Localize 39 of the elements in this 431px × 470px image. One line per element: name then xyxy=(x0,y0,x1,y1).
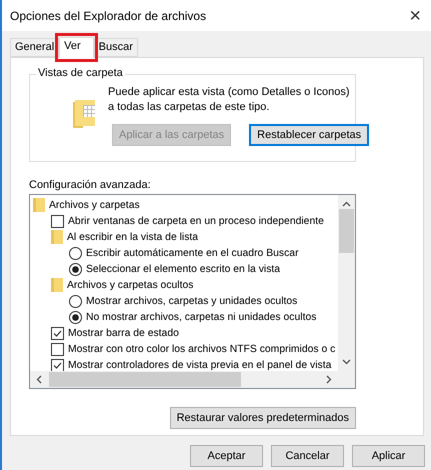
folder-icon xyxy=(33,198,45,212)
radio-button[interactable] xyxy=(69,246,82,260)
option-label: Mostrar archivos, carpetas y unidades ocultos xyxy=(86,296,298,306)
option-label: Mostrar con otro color los archivos NTFS comprimidos o c xyxy=(68,344,336,354)
checked-checkbox[interactable] xyxy=(51,358,64,371)
window-title: Opciones del Explorador de archivos xyxy=(10,8,206,22)
dialog-button[interactable]: Cancelar xyxy=(271,445,344,467)
checkbox[interactable] xyxy=(51,342,64,356)
option-label: No mostrar archivos, carpetas ni unidades ocultos xyxy=(86,312,316,322)
folder-icon xyxy=(51,278,63,292)
dialog-button[interactable]: Aceptar xyxy=(190,445,263,467)
section-label: Configuración avanzada: xyxy=(29,179,152,191)
folder-icon xyxy=(72,99,96,129)
horizontal-scrollbar[interactable] xyxy=(30,371,338,388)
selected-radio-button[interactable] xyxy=(69,310,82,324)
option-label: Mostrar barra de estado xyxy=(68,328,179,338)
scrollbar-thumb[interactable] xyxy=(49,372,241,387)
folder-icon xyxy=(51,230,63,244)
radio-button[interactable] xyxy=(69,294,82,308)
option-label: Escribir automáticamente en el cuadro Buscar xyxy=(86,248,299,258)
checkbox[interactable] xyxy=(51,214,64,228)
tab[interactable]: General xyxy=(10,38,60,57)
option-label: Archivos y carpetas ocultos xyxy=(67,280,194,290)
option-label: Archivos y carpetas xyxy=(49,200,140,210)
dialog-button[interactable]: Aplicar xyxy=(352,445,425,467)
option-label: Mostrar controladores de vista previa en el panel de vista xyxy=(68,360,332,370)
tab[interactable]: Buscar xyxy=(94,38,138,57)
checked-checkbox[interactable] xyxy=(51,326,64,340)
option-label: Al escribir en la vista de lista xyxy=(67,232,198,242)
selected-radio-button[interactable] xyxy=(69,262,82,276)
vertical-scrollbar[interactable] xyxy=(338,195,355,371)
option-label: Abrir ventanas de carpeta en un proceso independiente xyxy=(68,216,324,226)
option-label: Seleccionar el elemento escrito en la vista xyxy=(86,264,280,274)
description-text: Puede aplicar esta vista (como Detalles o Iconos) a todas las carpetas de este tipo. xyxy=(108,85,351,115)
folder-view-button[interactable]: Restablecer carpetas xyxy=(249,124,370,146)
group-title: Vistas de carpeta xyxy=(36,67,125,79)
restore-defaults-button[interactable]: Restaurar valores predeterminados xyxy=(170,407,356,429)
scrollbar-thumb[interactable] xyxy=(339,209,354,253)
close-button[interactable]: × xyxy=(409,6,421,26)
